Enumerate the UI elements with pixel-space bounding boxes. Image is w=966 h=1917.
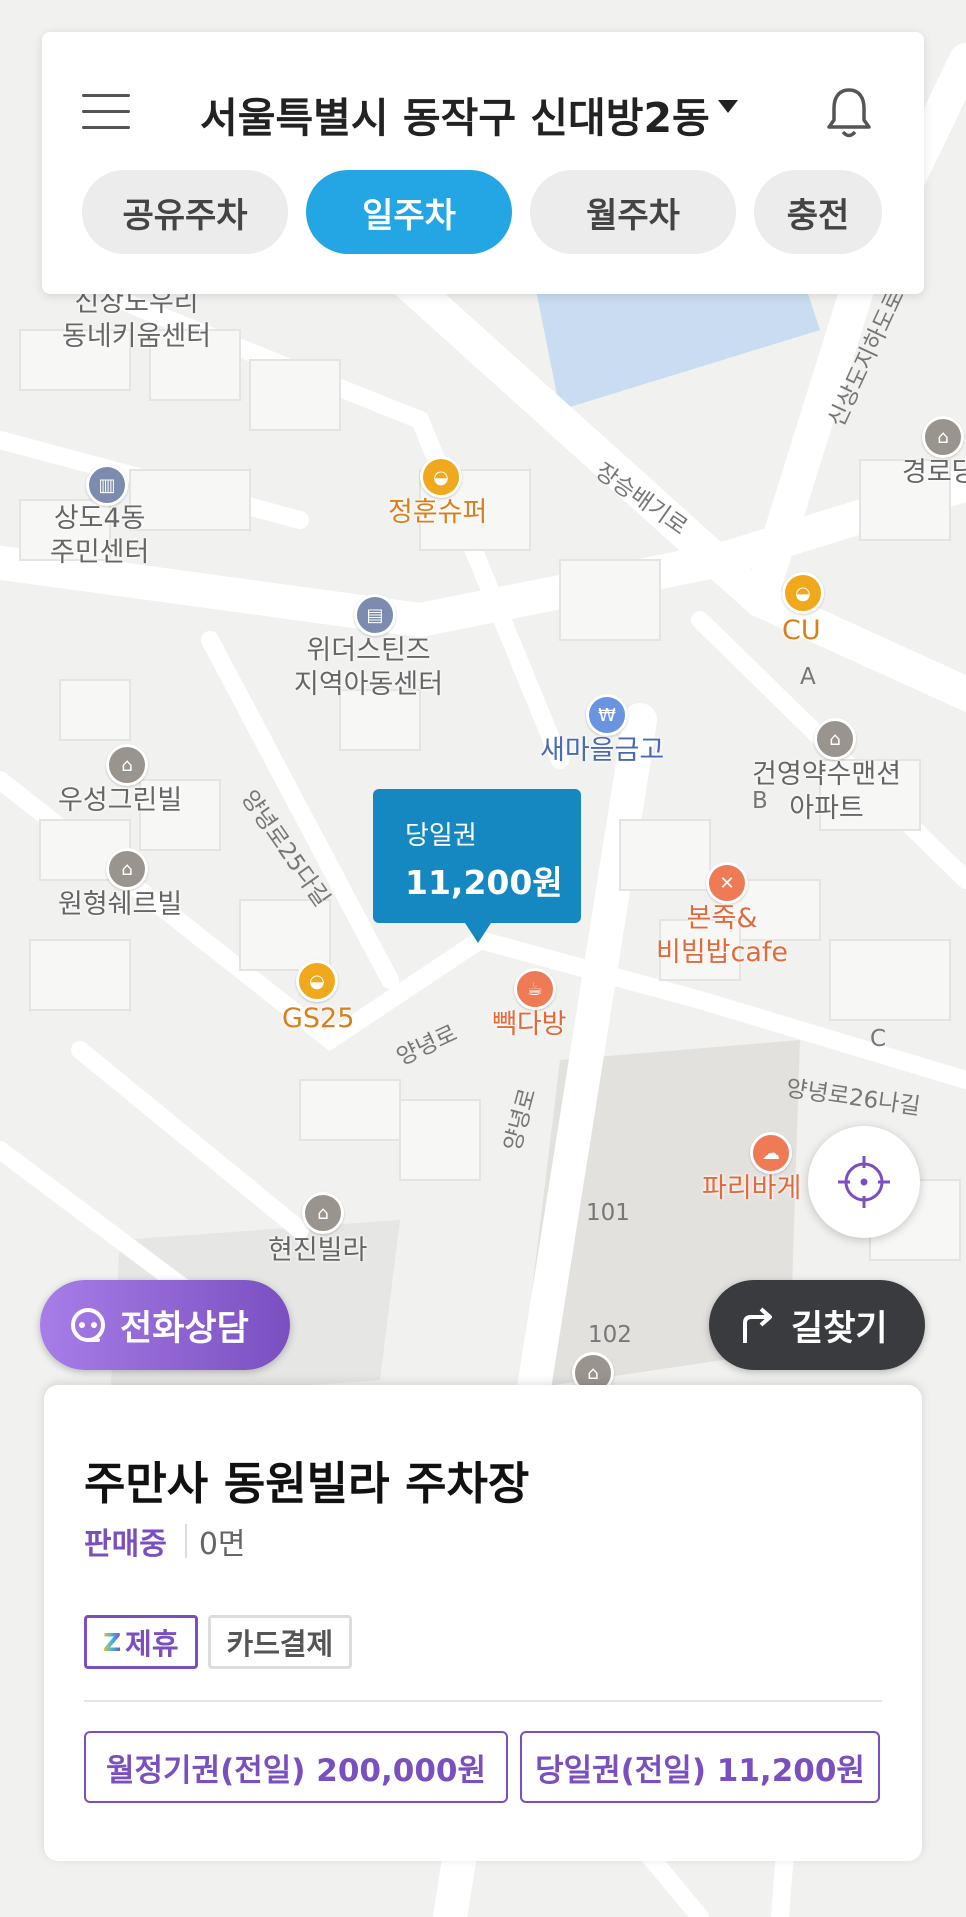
shopping-basket-icon: ◒ <box>296 960 338 1002</box>
place-label: 건영약수맨션 아파트 <box>752 759 902 824</box>
place-label: 원형쉐르빌 <box>58 889 183 920</box>
coffee-icon: ☕ <box>514 968 556 1010</box>
caret-down-icon[interactable] <box>718 100 738 113</box>
parking-lot-card[interactable]: 주만사 동원빌라 주차장 판매중 0면 Z 제휴 카드결제 월정기권(전일) 2… <box>44 1385 922 1861</box>
place-label: 정훈슈퍼 <box>388 497 488 528</box>
bakery-icon: ☁ <box>750 1132 792 1174</box>
map-marker-label: 101 <box>586 1200 630 1226</box>
restaurant-icon: ✕ <box>706 862 748 904</box>
status-row: 판매중 0면 <box>84 1519 246 1563</box>
tab-charging[interactable]: 충전 <box>754 170 882 254</box>
place-label: CU <box>782 615 821 646</box>
directions-button[interactable]: 길찾기 <box>709 1280 925 1370</box>
hamburger-icon[interactable] <box>82 94 130 130</box>
bell-icon[interactable] <box>824 84 874 140</box>
map-marker-label: 102 <box>588 1322 632 1348</box>
tab-monthly-parking[interactable]: 월주차 <box>530 170 736 254</box>
place-label: 상도4동 주민센터 <box>50 503 150 568</box>
tab-shared-parking[interactable]: 공유주차 <box>82 170 288 254</box>
status-badge: 판매중 <box>84 1527 167 1562</box>
shopping-basket-icon: ◒ <box>420 456 462 498</box>
map-marker-label: C <box>870 1026 887 1052</box>
place-label: 위더스틴즈 지역아동센터 <box>294 635 444 700</box>
turn-right-arrow-icon <box>743 1307 772 1343</box>
ticket-list: 월정기권(전일) 200,000원 당일권(전일) 11,200원 <box>84 1731 880 1803</box>
divider <box>84 1700 882 1702</box>
house-icon: ⌂ <box>302 1192 344 1234</box>
place-label: 본죽& 비빔밥cafe <box>656 903 789 968</box>
partner-logo-icon: Z <box>103 1627 122 1657</box>
daily-ticket-chip[interactable]: 당일권(전일) 11,200원 <box>520 1731 880 1803</box>
pin-label: 당일권 <box>405 821 477 851</box>
phone-consult-button[interactable]: 전화상담 <box>40 1280 290 1370</box>
tab-daily-parking[interactable]: 일주차 <box>306 170 512 254</box>
place-label: 파리바게 <box>702 1173 802 1204</box>
my-location-button[interactable] <box>808 1126 920 1238</box>
place-label: 경로당 <box>902 457 966 488</box>
price-pin[interactable]: 당일권 11,200원 <box>373 789 581 943</box>
won-icon: ₩ <box>586 694 628 736</box>
card-payment-tag: 카드결제 <box>207 1615 353 1669</box>
shopping-basket-icon: ◒ <box>782 572 824 614</box>
map-marker-label: B <box>752 788 768 814</box>
tag-list: Z 제휴 카드결제 <box>84 1615 353 1669</box>
government-icon: ▥ <box>86 464 128 506</box>
place-label: 현진빌라 <box>268 1235 368 1266</box>
house-icon: ⌂ <box>922 416 964 458</box>
partner-tag-label: 제휴 <box>125 1627 179 1661</box>
map-marker-label: A <box>800 664 816 690</box>
place-label: 우성그린빌 <box>58 785 183 816</box>
pin-price: 11,200원 <box>405 863 563 902</box>
directions-label: 길찾기 <box>791 1308 888 1349</box>
crosshair-icon <box>838 1156 890 1208</box>
partner-tag: Z 제휴 <box>84 1615 198 1669</box>
parking-lot-name: 주만사 동원빌라 주차장 <box>84 1457 530 1510</box>
place-label: 빽다방 <box>492 1009 567 1040</box>
place-label: 신상도우리 동네키움센터 <box>62 287 212 352</box>
top-panel: 서울특별시 동작구 신대방2동 공유주차 일주차 월주차 충전 <box>42 32 924 294</box>
monthly-ticket-chip[interactable]: 월정기권(전일) 200,000원 <box>84 1731 508 1803</box>
house-icon: ⌂ <box>106 848 148 890</box>
house-icon: ⌂ <box>106 744 148 786</box>
space-count: 0면 <box>198 1527 246 1562</box>
place-label: GS25 <box>282 1003 355 1034</box>
phone-consult-label: 전화상담 <box>120 1308 249 1349</box>
place-label: 새마을금고 <box>540 735 665 766</box>
divider <box>184 1524 187 1558</box>
location-title[interactable]: 서울특별시 동작구 신대방2동 <box>200 84 710 144</box>
house-icon: ⌂ <box>814 718 856 760</box>
headset-icon <box>71 1308 105 1342</box>
building-icon: ▤ <box>354 594 396 636</box>
